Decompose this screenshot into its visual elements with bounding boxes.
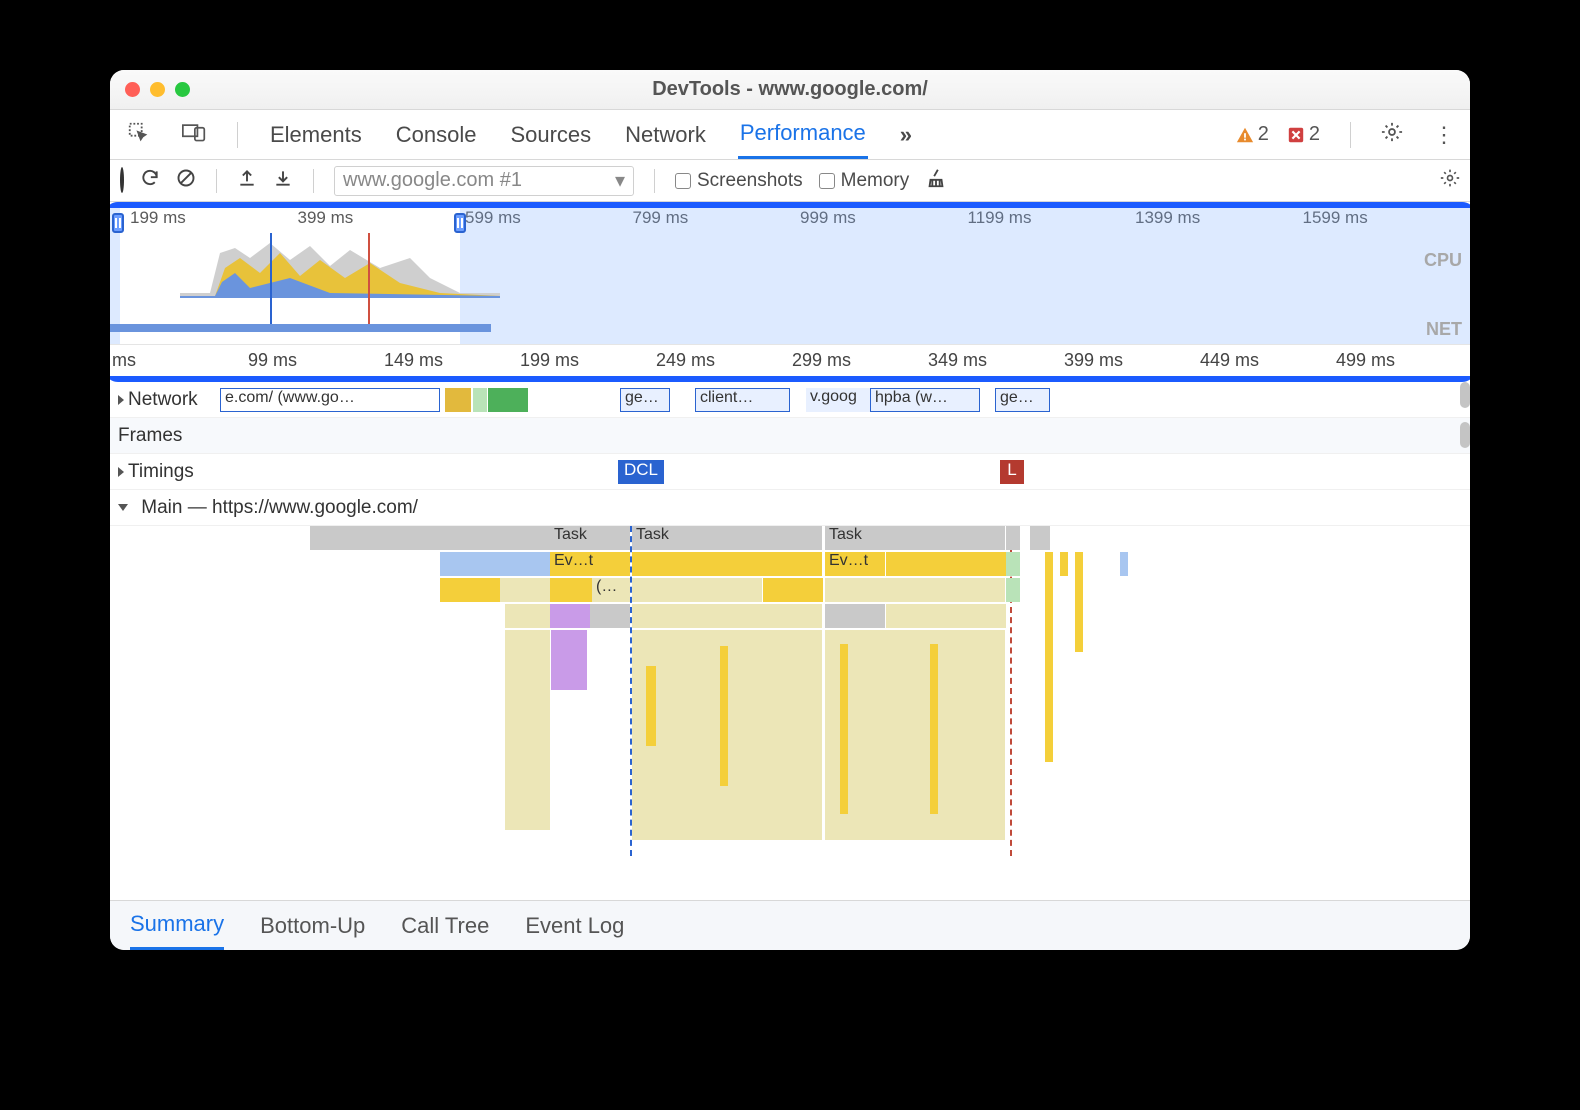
settings-icon[interactable] <box>1381 121 1403 149</box>
issues-badges: 2 2 <box>1236 123 1320 146</box>
network-request[interactable]: client… <box>695 388 790 412</box>
network-request[interactable]: ge… <box>620 388 670 412</box>
flame-event[interactable]: Ev…t <box>550 552 630 576</box>
overview-handle-left[interactable] <box>112 213 124 233</box>
overview-cpu-chart <box>180 238 500 298</box>
flame-anon[interactable]: (… <box>592 578 630 602</box>
flame-task[interactable]: Task <box>825 526 1005 550</box>
timing-marker-load[interactable]: L <box>1000 460 1024 484</box>
tabs-overflow[interactable]: » <box>898 110 914 159</box>
recording-select-value: www.google.com #1 <box>343 169 522 192</box>
error-icon[interactable]: 2 <box>1287 123 1320 146</box>
main-label: Main — https://www.google.com/ <box>141 497 418 519</box>
network-request[interactable]: e.com/ (www.go… <box>220 388 440 412</box>
flame-task[interactable]: Task <box>632 526 822 550</box>
timings-label: Timings <box>128 461 194 483</box>
perf-toolbar: www.google.com #1 ▾ Screenshots Memory <box>110 160 1470 202</box>
scrollbar-thumb-2[interactable] <box>1460 422 1470 448</box>
tab-sources[interactable]: Sources <box>508 110 593 159</box>
record-icon[interactable] <box>120 169 124 192</box>
network-request[interactable]: hpba (w… <box>870 388 980 412</box>
clear-icon[interactable] <box>176 168 196 194</box>
flame-event[interactable]: Ev…t <box>825 552 885 576</box>
frames-label: Frames <box>118 425 182 447</box>
overview-marker-dcl <box>270 233 272 332</box>
track-timings[interactable]: Timings DCL L <box>110 454 1470 490</box>
details-tabs: Summary Bottom-Up Call Tree Event Log <box>110 900 1470 950</box>
more-icon[interactable]: ⋮ <box>1433 122 1455 148</box>
network-request[interactable]: ge… <box>995 388 1050 412</box>
garbage-collect-icon[interactable] <box>925 167 947 195</box>
window-title: DevTools - www.google.com/ <box>110 78 1470 101</box>
recording-select[interactable]: www.google.com #1 ▾ <box>334 166 634 196</box>
track-main-header[interactable]: Main — https://www.google.com/ <box>110 490 1470 526</box>
overview-label-cpu: CPU <box>1424 250 1462 271</box>
tracks-area: Network e.com/ (www.go… ge… client… v.go… <box>110 382 1470 872</box>
device-mode-icon[interactable] <box>181 121 207 149</box>
upload-icon[interactable] <box>237 168 257 194</box>
tab-elements[interactable]: Elements <box>268 110 364 159</box>
track-frames[interactable]: Frames <box>110 418 1470 454</box>
perf-settings-icon[interactable] <box>1440 168 1460 194</box>
download-icon[interactable] <box>273 168 293 194</box>
tab-bottom-up[interactable]: Bottom-Up <box>260 901 365 950</box>
tab-console[interactable]: Console <box>394 110 479 159</box>
time-ruler[interactable]: ms 99 ms 149 ms 199 ms 249 ms 299 ms 349… <box>110 344 1470 376</box>
overview-label-net: NET <box>1426 319 1462 340</box>
inspect-element-icon[interactable] <box>125 121 151 149</box>
network-label: Network <box>128 389 198 411</box>
reload-icon[interactable] <box>140 168 160 194</box>
chevron-down-icon: ▾ <box>615 168 625 193</box>
tab-call-tree[interactable]: Call Tree <box>401 901 489 950</box>
panel-tabs: Elements Console Sources Network Perform… <box>110 110 1470 160</box>
warning-icon[interactable]: 2 <box>1236 123 1269 146</box>
tab-summary[interactable]: Summary <box>130 901 224 950</box>
tab-event-log[interactable]: Event Log <box>525 901 624 950</box>
devtools-window: DevTools - www.google.com/ Elements Cons… <box>110 70 1470 950</box>
screenshots-toggle[interactable]: Screenshots <box>675 170 803 192</box>
overview-handle-right[interactable] <box>454 213 466 233</box>
overview-highlight: 199 ms 399 ms 599 ms 799 ms 999 ms 1199 … <box>110 202 1470 382</box>
titlebar: DevTools - www.google.com/ <box>110 70 1470 110</box>
overview-marker-load <box>368 233 370 332</box>
overview-net-strip <box>110 324 1470 332</box>
tab-performance[interactable]: Performance <box>738 110 868 159</box>
overview-pane[interactable]: 199 ms 399 ms 599 ms 799 ms 999 ms 1199 … <box>110 208 1470 344</box>
network-request[interactable]: v.goog <box>806 388 871 412</box>
track-network[interactable]: Network e.com/ (www.go… ge… client… v.go… <box>110 382 1470 418</box>
memory-toggle[interactable]: Memory <box>819 170 910 192</box>
flame-task[interactable]: Task <box>550 526 630 550</box>
timing-marker-dcl[interactable]: DCL <box>618 460 664 484</box>
tab-network[interactable]: Network <box>623 110 708 159</box>
main-flame-graph[interactable]: Task Task Task Ev…t Ev…t (… <box>110 526 1470 856</box>
